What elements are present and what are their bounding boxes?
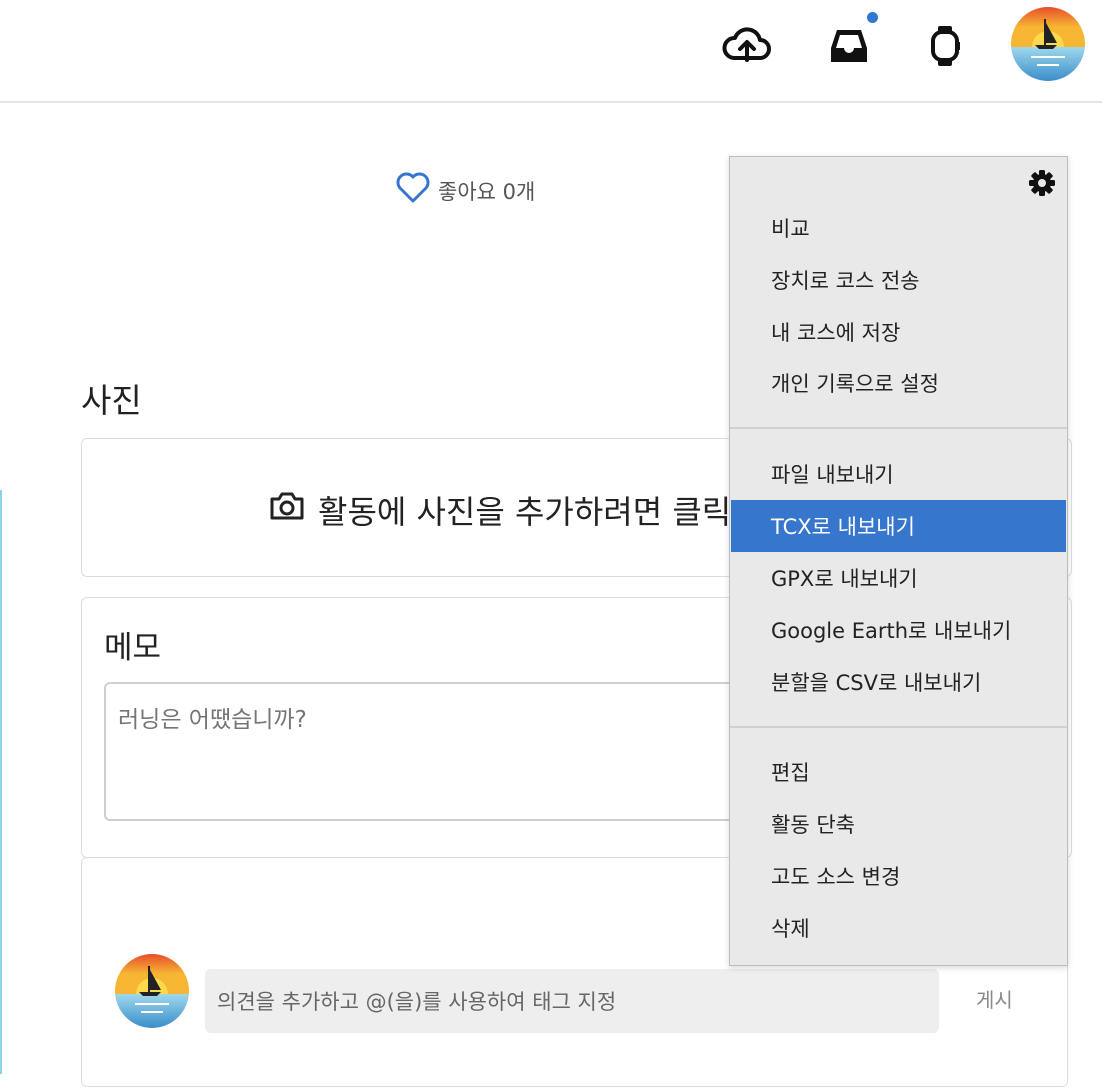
- memo-title: 메모: [104, 630, 162, 666]
- menu-item-export-splits-csv[interactable]: 분할을 CSV로 내보내기: [731, 656, 1066, 708]
- upload-cloud-icon[interactable]: [722, 24, 772, 68]
- menu-divider: [730, 427, 1067, 429]
- menu-item-trim-activity[interactable]: 활동 단축: [731, 798, 1066, 850]
- likes-label: 좋아요 0개: [438, 179, 536, 204]
- heart-icon[interactable]: [396, 172, 430, 209]
- menu-item-send-course[interactable]: 장치로 코스 전송: [731, 254, 1066, 306]
- menu-divider: [730, 726, 1067, 728]
- activity-options-menu: 비교 장치로 코스 전송 내 코스에 저장 개인 기록으로 설정 파일 내보내기…: [729, 156, 1068, 966]
- menu-item-export-gpx[interactable]: GPX로 내보내기: [731, 552, 1066, 604]
- add-photo-button[interactable]: 활동에 사진을 추가하려면 클릭: [268, 487, 731, 533]
- menu-item-edit[interactable]: 편집: [731, 746, 1066, 798]
- add-photo-label: 활동에 사진을 추가하려면 클릭: [318, 493, 732, 531]
- menu-item-export-tcx[interactable]: TCX로 내보내기: [731, 500, 1066, 552]
- watch-icon[interactable]: [920, 24, 970, 68]
- scroll-edge: [0, 490, 2, 1074]
- inbox-icon[interactable]: [824, 24, 874, 68]
- gear-icon[interactable]: [1028, 169, 1056, 197]
- photos-title: 사진: [81, 381, 142, 420]
- menu-item-compare[interactable]: 비교: [731, 202, 1066, 254]
- menu-item-export-google-earth[interactable]: Google Earth로 내보내기: [731, 604, 1066, 656]
- likes-counter[interactable]: 좋아요 0개: [396, 172, 535, 209]
- menu-item-set-personal-record[interactable]: 개인 기록으로 설정: [731, 357, 1066, 409]
- post-comment-button[interactable]: 게시: [976, 984, 1013, 1013]
- menu-item-delete[interactable]: 삭제: [731, 902, 1066, 954]
- top-navigation-bar: [0, 0, 1102, 103]
- menu-item-save-course[interactable]: 내 코스에 저장: [731, 306, 1066, 358]
- menu-item-change-elevation-source[interactable]: 고도 소스 변경: [731, 850, 1066, 902]
- commenter-avatar: [115, 954, 189, 1028]
- notification-dot: [865, 10, 880, 25]
- camera-icon: [268, 490, 306, 530]
- menu-item-export-file[interactable]: 파일 내보내기: [731, 448, 1066, 500]
- comment-input[interactable]: 의견을 추가하고 @(을)를 사용하여 태그 지정: [205, 969, 939, 1033]
- user-avatar[interactable]: [1011, 7, 1085, 81]
